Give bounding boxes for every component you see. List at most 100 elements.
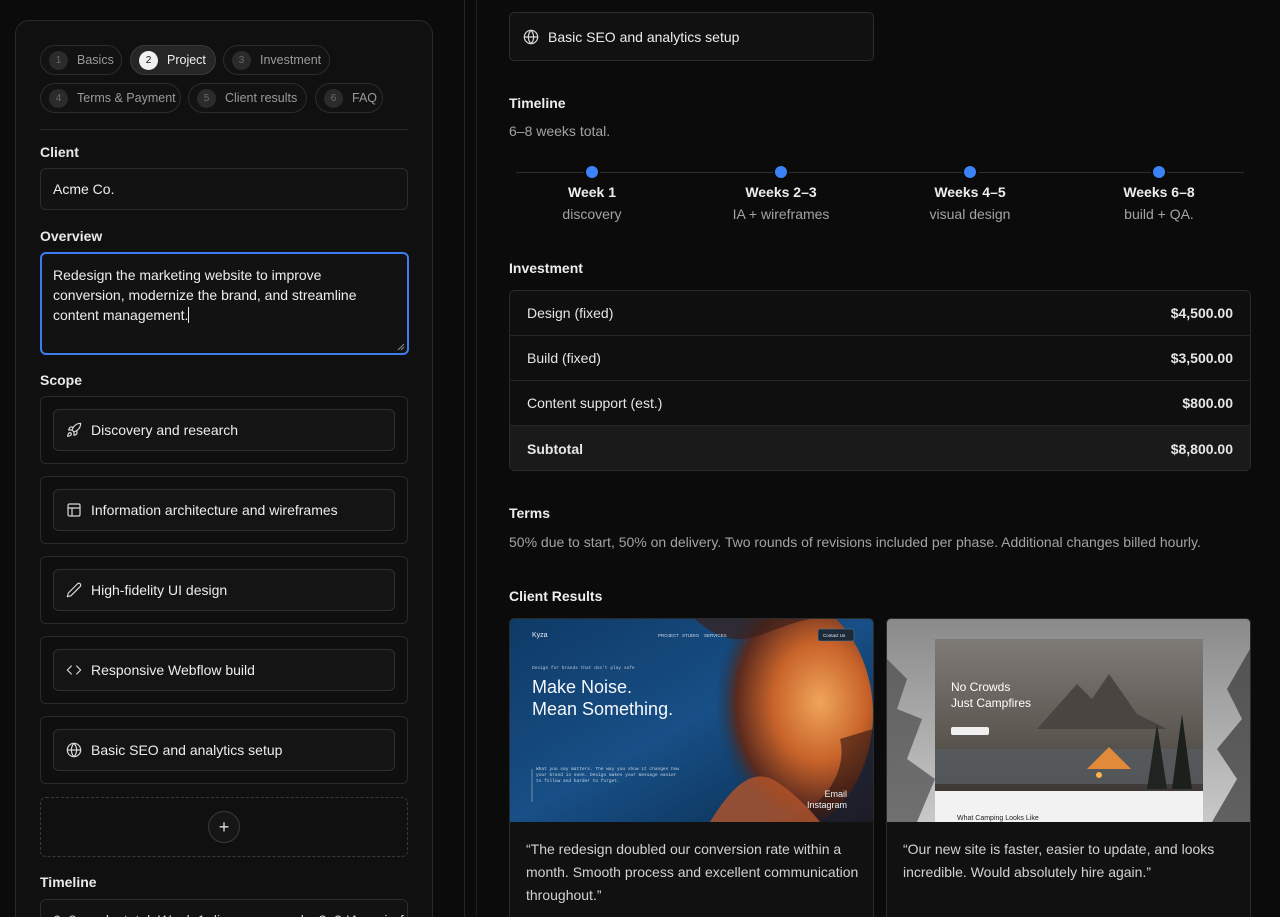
testimonial-quote: “Our new site is faster, easier to updat…: [903, 841, 1215, 880]
mock-nav: STUDIO: [682, 633, 700, 638]
overview-text: Redesign the marketing website to improv…: [53, 267, 357, 323]
scope-item-label: Basic SEO and analytics setup: [91, 742, 283, 758]
tab-client-results[interactable]: 5 Client results: [188, 83, 307, 113]
rocket-icon: [67, 422, 82, 437]
panel-divider: [464, 0, 465, 917]
tab-basics[interactable]: 1 Basics: [40, 45, 122, 75]
line-item-amount: $800.00: [1182, 395, 1233, 411]
pencil-icon: [66, 582, 82, 598]
mock-headline: No Crowds: [951, 680, 1010, 694]
mock-body: What you say matters. The way you show i…: [536, 767, 680, 784]
line-item-amount: $4,500.00: [1170, 305, 1233, 321]
add-scope-button[interactable]: +: [208, 811, 240, 843]
timeline-dot: [964, 166, 976, 178]
preview-terms-title: Terms: [509, 505, 550, 521]
scope-item[interactable]: Responsive Webflow build: [53, 649, 395, 691]
client-input[interactable]: Acme Co.: [40, 168, 408, 210]
step-label: FAQ: [352, 91, 378, 105]
mock-link: Email: [824, 789, 847, 799]
scope-item[interactable]: Basic SEO and analytics setup: [53, 729, 395, 771]
plus-icon: +: [218, 816, 230, 837]
globe-icon: [523, 29, 539, 44]
step-label: Basics: [77, 53, 114, 67]
scope-item-label: Responsive Webflow build: [91, 662, 255, 678]
client-result-card: Kyza PROJECT STUDIO SERVICES Contact Us …: [509, 618, 874, 917]
timeline-label: Timeline: [40, 874, 97, 890]
step-number: 3: [232, 50, 251, 70]
preview-terms-text: 50% due to start, 50% on delivery. Two r…: [509, 534, 1201, 550]
overview-label: Overview: [40, 228, 103, 244]
code-icon: [66, 665, 82, 675]
scope-item-label: High-fidelity UI design: [91, 582, 228, 598]
scope-card: Responsive Webflow build: [40, 636, 408, 704]
tab-investment[interactable]: 3 Investment: [223, 45, 330, 75]
scope-card: High-fidelity UI design: [40, 556, 408, 624]
mock-subheading: What Camping Looks Like: [957, 815, 1039, 822]
timeline-dot: [775, 166, 787, 178]
line-item-label: Build (fixed): [527, 350, 601, 366]
step-number: 2: [139, 50, 158, 70]
mock-cta: Contact Us: [823, 633, 846, 638]
mock-nav: SERVICES: [704, 633, 727, 638]
step-label: Project: [167, 53, 206, 67]
line-item-label: Design (fixed): [527, 305, 614, 321]
timeline-step: Weeks 6–8 build + QA.: [1064, 166, 1254, 222]
globe-icon: [66, 742, 82, 758]
scope-item[interactable]: Discovery and research: [53, 409, 395, 451]
preview-timeline-title: Timeline: [509, 95, 566, 111]
tab-project[interactable]: 2 Project: [130, 45, 216, 75]
panel-divider: [476, 0, 477, 917]
subtotal-row: Subtotal $8,800.00: [510, 426, 1250, 470]
timeline-textarea[interactable]: 6–8 weeks total. Week 1 discovery, weeks…: [40, 899, 408, 917]
scope-label: Scope: [40, 372, 83, 388]
text-caret: [188, 307, 190, 323]
add-scope-dropzone[interactable]: +: [40, 797, 408, 857]
step-number: 6: [324, 88, 343, 108]
timeline-week: Week 1: [568, 184, 616, 200]
step-label: Client results: [225, 91, 298, 105]
tab-faq[interactable]: 6 FAQ: [315, 83, 383, 113]
divider: [40, 129, 408, 130]
overview-textarea[interactable]: Redesign the marketing website to improv…: [40, 252, 409, 355]
scope-item[interactable]: High-fidelity UI design: [53, 569, 395, 611]
line-item-label: Content support (est.): [527, 395, 663, 411]
resize-grip-icon[interactable]: [397, 343, 405, 351]
layout-icon: [67, 503, 81, 517]
timeline-desc: visual design: [929, 206, 1011, 222]
preview-scope-label: Basic SEO and analytics setup: [548, 28, 740, 45]
mock-nav: PROJECT: [658, 633, 679, 638]
case-study-image: Kyza PROJECT STUDIO SERVICES Contact Us …: [510, 619, 873, 822]
timeline-step: Week 1 discovery: [497, 166, 687, 222]
step-label: Investment: [260, 53, 322, 67]
step-number: 1: [49, 50, 68, 70]
step-label: Terms & Payment: [77, 91, 176, 105]
investment-table: Design (fixed) $4,500.00 Build (fixed) $…: [509, 290, 1251, 471]
preview-results-title: Client Results: [509, 588, 603, 604]
timeline-week: Weeks 4–5: [934, 184, 1006, 200]
timeline-desc: build + QA.: [1124, 206, 1194, 222]
subtotal-amount: $8,800.00: [1170, 440, 1233, 457]
timeline-week: Weeks 6–8: [1123, 184, 1195, 200]
table-row: Design (fixed) $4,500.00: [510, 291, 1250, 336]
table-row: Build (fixed) $3,500.00: [510, 336, 1250, 381]
scope-item[interactable]: Information architecture and wireframes: [53, 489, 395, 531]
proposal-editor-panel: 1 Basics 2 Project 3 Investment 4 Terms …: [15, 20, 433, 917]
scope-item-label: Discovery and research: [91, 422, 239, 438]
testimonial-quote: “The redesign doubled our conversion rat…: [526, 841, 859, 903]
tab-terms-payment[interactable]: 4 Terms & Payment: [40, 83, 181, 113]
timeline-dot: [586, 166, 598, 178]
mock-headline: Mean Something.: [532, 699, 673, 719]
line-item-amount: $3,500.00: [1170, 350, 1233, 366]
mock-link: Instagram: [807, 800, 847, 810]
scope-card: Basic SEO and analytics setup: [40, 716, 408, 784]
mock-headline: Make Noise.: [532, 677, 632, 697]
preview-timeline-summary: 6–8 weeks total.: [509, 123, 611, 139]
subtotal-label: Subtotal: [527, 440, 583, 457]
scope-card: Information architecture and wireframes: [40, 476, 408, 544]
client-label: Client: [40, 144, 79, 160]
timeline-step: Weeks 2–3 IA + wireframes: [686, 166, 876, 222]
mock-brand: Kyza: [532, 632, 548, 639]
timeline-desc: discovery: [562, 206, 622, 222]
timeline-dot: [1153, 166, 1165, 178]
step-number: 4: [49, 88, 68, 108]
